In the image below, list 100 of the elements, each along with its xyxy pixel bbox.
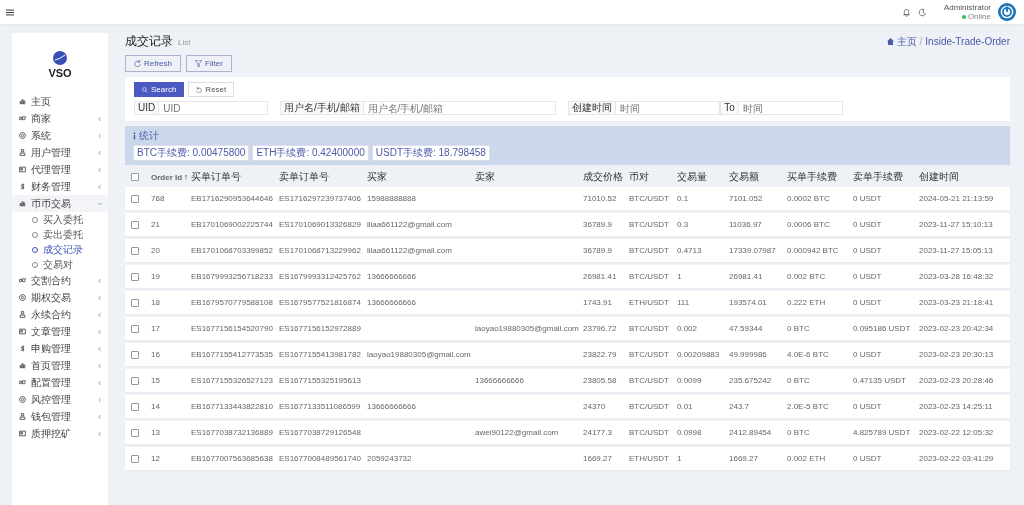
search-button[interactable]: Search [134, 82, 185, 97]
column-header: 币对 [629, 170, 649, 184]
column-header: 成交价格 [583, 170, 623, 184]
table-cell: 2059243732 [367, 454, 412, 463]
table-row[interactable]: 21 EB1701069002225744 ES1701069013326829 lilaa661122@gmail.com 36789.9 BTC/USDT 0.3 11036.97 0.0006 BTC 0 USDT 2023-11-27 15:10:13 [125, 213, 1010, 236]
sort-arrow-icon[interactable] [184, 174, 189, 180]
table-cell: 0.002 [677, 324, 698, 333]
row-checkbox[interactable] [131, 454, 139, 463]
submenu-item[interactable]: 买入委托 [12, 212, 108, 227]
table-cell: 0.002 BTC [787, 272, 826, 281]
column-header: 交易额 [729, 170, 759, 184]
sidebar-item[interactable]: 风控管理 [12, 391, 108, 408]
row-checkbox[interactable] [131, 350, 139, 359]
table-cell: 0 USDT [853, 350, 882, 359]
table-row[interactable]: 768 EB1716290953644646 ES1716297239737406 15988888888 71010.52 BTC/USDT 0.1 7101.052 0.0002 BTC 0 USDT 2024-05-21 21:13:59 [125, 187, 1010, 210]
row-checkbox[interactable] [131, 402, 139, 411]
table-row[interactable]: 15 ES1677155326527123 ES1677155325195613 13666666666 23805.58 BTC/USDT 0.0099 235.675242 0 BTC 0.47135 USDT 2023-02-23 20:28:46 [125, 369, 1010, 392]
sidebar-item[interactable]: 文章管理 [12, 323, 108, 340]
moon-icon[interactable] [917, 7, 927, 17]
table-row[interactable]: 13 ES1677038732136889 ES1677038729126548 awei90122@gmail.com 24177.3 BTC/USDT 0.0998 2412.89454 0 BTC 4.825789 USDT 2023-02-22 12:05:32 [125, 421, 1010, 444]
table-cell: 0 USDT [853, 454, 882, 463]
table-cell: 12 [151, 454, 160, 463]
row-checkbox[interactable] [131, 220, 139, 229]
table-cell: ES1716297239737406 [279, 194, 361, 203]
sidebar-item[interactable]: 主页 [12, 93, 108, 110]
table-cell: 243.7 [729, 402, 750, 411]
row-checkbox[interactable] [131, 194, 139, 203]
column-header: 买单手续费 [787, 170, 837, 184]
date-input-field[interactable]: 时间 [616, 101, 721, 115]
table-cell: 0.0002 BTC [787, 194, 830, 203]
sidebar-item[interactable]: 期权交易 [12, 289, 108, 306]
breadcrumb-link[interactable]: Inside-Trade-Order [925, 36, 1010, 47]
row-checkbox[interactable] [131, 428, 139, 437]
table-cell: 4.825789 USDT [853, 428, 911, 437]
sidebar-item[interactable]: 配置管理 [12, 374, 108, 391]
table-row[interactable]: 16 EB1677155412773535 ES1677155413981782 laoyao19880305@gmail.com 23822.79 BTC/USDT 0.00209883 49.999986 4.0E-6 BTC 0 USDT 2023-02-23 20:30:13 [125, 343, 1010, 366]
table-cell: 47.59344 [729, 324, 763, 333]
funnel-icon [195, 60, 202, 67]
table-cell: 0 USDT [853, 298, 882, 307]
row-checkbox[interactable] [131, 298, 139, 307]
sidebar-item[interactable]: 财务管理 [12, 178, 108, 195]
power-avatar-icon[interactable] [998, 3, 1016, 21]
fee-badge: USDT手续费: 18.798458 [371, 145, 490, 161]
menu-icon[interactable] [6, 8, 14, 16]
table-cell: 2023-03-23 21:18:41 [919, 298, 994, 307]
sidebar-item[interactable]: 永续合约 [12, 306, 108, 323]
sidebar-item[interactable]: 钱包管理 [12, 408, 108, 425]
submenu-item[interactable]: 卖出委托 [12, 227, 108, 242]
table-cell: ES1679993312425762 [279, 272, 361, 281]
chevron-icon [98, 380, 102, 385]
table-row[interactable]: 19 EB1679993256718233 ES1679993312425762 13666666666 26981.41 BTC/USDT 1 26981.41 0.002 BTC 0 USDT 2023-03-28 16:48:32 [125, 265, 1010, 288]
table-row[interactable]: 18 EB1679570779588108 ES1679577521816874 13666666666 1743.91 ETH/USDT 111 193574.01 0.222 ETH 0 USDT 2023-03-23 21:18:41 [125, 291, 1010, 314]
sidebar-item[interactable]: 代理管理 [12, 161, 108, 178]
input-field[interactable]: UID [159, 101, 268, 115]
breadcrumb-link[interactable]: 主页 [896, 34, 917, 49]
sidebar-item[interactable]: 申购管理 [12, 340, 108, 357]
table-row[interactable]: 17 ES1677156154520790 ES1677156152972889 laoyao19880305@gmail.com 23796.72 BTC/USDT 0.002 47.59344 0 BTC 0.095186 USDT 2023-02-23 20:42:34 [125, 317, 1010, 340]
table-cell: 15988888888 [367, 194, 416, 203]
table-row[interactable]: 12 EB1677007563685638 ES1677008489561740 2059243732 1669.27 ETH/USDT 1 1669.27 0.002 ETH 0 USDT 2023-02-22 03:41:29 [125, 447, 1010, 470]
reset-button[interactable]: Reset [188, 82, 235, 97]
select-all-checkbox[interactable] [131, 173, 139, 181]
column-header[interactable]: Order Id [151, 172, 183, 182]
sidebar-item[interactable]: 首页管理 [12, 357, 108, 374]
table-cell: ES1679577521816874 [279, 298, 361, 307]
menu-item-icon [19, 328, 26, 335]
row-checkbox[interactable] [131, 272, 139, 281]
table-row[interactable]: 14 EB1677133443822810 ES1677133511086599 13666666666 24370 BTC/USDT 0.01 243.7 2.0E-5 BTC 0 USDT 2023-02-23 14:25:11 [125, 395, 1010, 418]
submenu-item[interactable]: 交易对 [12, 257, 108, 272]
sidebar-item[interactable]: 质押挖矿 [12, 425, 108, 442]
sidebar-item[interactable]: 系统 [12, 127, 108, 144]
sidebar-item[interactable]: 用户管理 [12, 144, 108, 161]
table-cell: 15 [151, 376, 160, 385]
table-row[interactable]: 20 EB1701068703399852 ES1701068713229962 lilaa661122@gmail.com 36789.9 BTC/USDT 0.4713 17339.07987 0.000942 BTC 0 USDT 2023-11-27 15:05:13 [125, 239, 1010, 262]
table-cell: 0 USDT [853, 402, 882, 411]
bell-icon[interactable] [901, 7, 911, 17]
row-checkbox[interactable] [131, 324, 139, 333]
table-cell: ES1701069013326829 [279, 220, 361, 229]
menu-item-icon [19, 413, 26, 420]
sidebar-item[interactable]: 商家 [12, 110, 108, 127]
refresh-button[interactable]: Refresh [125, 55, 181, 72]
table-cell: ES1677156154520790 [191, 324, 273, 333]
table-cell: lilaa661122@gmail.com [367, 246, 452, 255]
sidebar-item[interactable]: 交割合约 [12, 272, 108, 289]
submenu-item[interactable]: 成交记录 [12, 242, 108, 257]
search-icon [142, 86, 148, 93]
date-input-field[interactable]: 时间 [738, 101, 843, 115]
column-header: 卖单手续费 [853, 170, 903, 184]
field-label: UID [134, 101, 160, 115]
row-checkbox[interactable] [131, 376, 139, 385]
filter-button[interactable]: Filter [186, 55, 232, 72]
chevron-icon [98, 414, 102, 419]
table-cell: EB1677133443822810 [191, 402, 273, 411]
table-cell: 23796.72 [583, 324, 617, 333]
table-cell: 0.3 [677, 220, 689, 229]
row-checkbox[interactable] [131, 246, 139, 255]
table-cell: 17 [151, 324, 160, 333]
chevron-icon [98, 346, 102, 351]
input-field[interactable]: 用户名/手机/邮箱 [363, 101, 556, 115]
sidebar-item[interactable]: 币币交易 [12, 195, 108, 212]
chevron-icon [98, 167, 102, 172]
